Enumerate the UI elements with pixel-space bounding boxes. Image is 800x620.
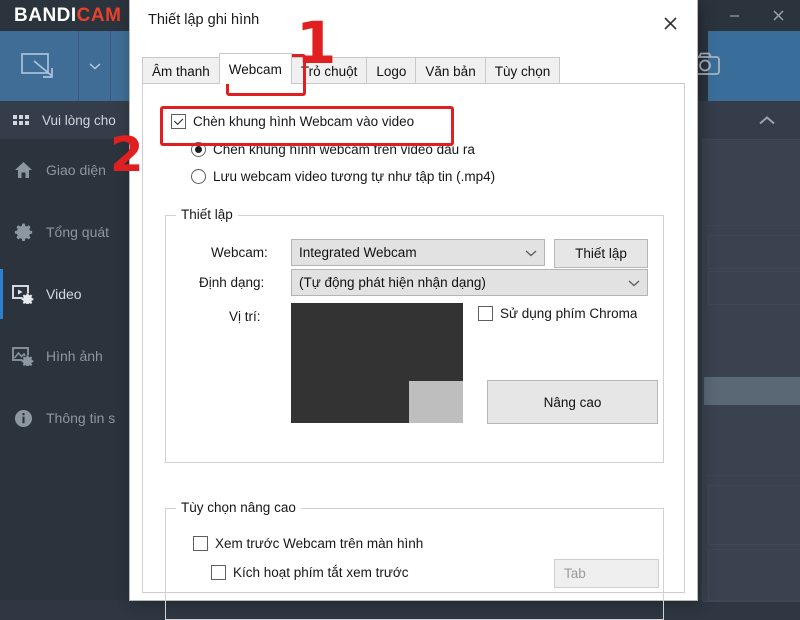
- chroma-key-label: Sử dụng phím Chroma: [500, 306, 638, 321]
- radio-label: Chèn khung hình webcam trên video đầu ra: [213, 142, 475, 157]
- preview-hotkey-label: Kích hoạt phím tắt xem trước: [233, 565, 409, 580]
- sidebar-item-label: Giao diện: [46, 162, 106, 178]
- chevron-down-icon: [518, 249, 544, 257]
- checkbox-box: [193, 536, 208, 551]
- content-row: [708, 485, 800, 545]
- webcam-position-preview[interactable]: [291, 303, 463, 423]
- image-settings-icon: [0, 346, 46, 366]
- preview-on-screen-checkbox[interactable]: Xem trước Webcam trên màn hình: [193, 536, 423, 551]
- content-row: [708, 549, 800, 601]
- info-icon: [0, 409, 46, 428]
- subbar-label: Vui lòng cho: [42, 112, 116, 128]
- preview-hotkey-value: Tab: [564, 566, 586, 581]
- webcam-device-settings-button[interactable]: Thiết lập: [554, 239, 648, 268]
- content-row: [708, 235, 800, 269]
- chroma-key-checkbox[interactable]: Sử dụng phím Chroma: [478, 306, 637, 321]
- content-highlight-row: [704, 377, 800, 405]
- format-value: (Tự động phát hiện nhận dạng): [299, 275, 486, 290]
- format-select[interactable]: (Tự động phát hiện nhận dạng): [291, 269, 648, 296]
- radio-circle: [191, 169, 206, 184]
- webcam-device-value: Integrated Webcam: [299, 245, 417, 260]
- tab-tro-chuot[interactable]: Trỏ chuột: [290, 57, 368, 84]
- sidebar-item-video[interactable]: Video: [0, 263, 132, 325]
- bandicam-logo: BANDICAM: [14, 5, 121, 27]
- gear-icon: [0, 223, 46, 242]
- advanced-groupbox-legend: Tùy chọn nâng cao: [176, 500, 301, 515]
- tab-label: Tùy chọn: [494, 63, 551, 79]
- content-row: [708, 271, 800, 305]
- preview-hotkey-checkbox[interactable]: Kích hoạt phím tắt xem trước: [211, 565, 408, 580]
- advanced-settings-label: Nâng cao: [543, 394, 602, 410]
- logo-text-primary: BANDI: [14, 5, 77, 26]
- tab-label: Webcam: [228, 61, 282, 77]
- app-sidebar: Giao diện Tổng quát Video Hình ảnh Thông…: [0, 139, 132, 600]
- radio-circle: [191, 142, 206, 157]
- window-controls: [712, 0, 800, 31]
- tab-label: Logo: [376, 63, 407, 79]
- tab-tuy-chon[interactable]: Tùy chọn: [484, 57, 561, 84]
- logo-text-accent: CAM: [76, 5, 122, 26]
- dialog-title: Thiết lập ghi hình: [148, 12, 260, 28]
- radio-overlay-on-output[interactable]: Chèn khung hình webcam trên video đầu ra: [191, 142, 475, 157]
- home-icon: [0, 161, 46, 179]
- chevron-up-icon[interactable]: [758, 113, 776, 131]
- sidebar-item-tong-quat[interactable]: Tổng quát: [0, 201, 132, 263]
- minimize-icon[interactable]: [712, 0, 756, 31]
- webcam-pip-box[interactable]: [409, 381, 463, 423]
- position-label: Vị trí:: [229, 309, 261, 324]
- checkbox-box: [478, 306, 493, 321]
- recording-settings-dialog: Thiết lập ghi hình Âm thanh Webcam Trỏ c…: [130, 0, 697, 620]
- tab-label: Trỏ chuột: [300, 63, 358, 79]
- webcam-device-select[interactable]: Integrated Webcam: [291, 239, 545, 266]
- sidebar-item-hinh-anh[interactable]: Hình ảnh: [0, 325, 132, 387]
- dialog-close-icon[interactable]: [649, 6, 691, 40]
- tab-label: Văn bản: [425, 63, 476, 79]
- grid-icon: [13, 115, 30, 125]
- radio-save-separate-file[interactable]: Lưu webcam video tương tự như tập tin (.…: [191, 169, 495, 184]
- tab-am-thanh[interactable]: Âm thanh: [142, 57, 220, 84]
- format-label: Định dạng:: [199, 275, 265, 290]
- sidebar-item-giao-dien[interactable]: Giao diện: [0, 139, 132, 201]
- webcam-device-settings-label: Thiết lập: [575, 246, 627, 261]
- sidebar-item-thong-tin[interactable]: Thông tin s: [0, 387, 132, 449]
- chevron-down-icon: [621, 279, 647, 287]
- preview-hotkey-field[interactable]: Tab: [554, 559, 659, 588]
- preview-on-screen-label: Xem trước Webcam trên màn hình: [215, 536, 424, 551]
- webcam-device-label: Webcam:: [211, 245, 268, 260]
- tab-webcam[interactable]: Webcam: [218, 53, 292, 84]
- sidebar-item-label: Tổng quát: [46, 224, 110, 240]
- video-settings-icon: [0, 284, 46, 304]
- tab-van-ban[interactable]: Văn bản: [415, 57, 486, 84]
- dialog-tabstrip: Âm thanh Webcam Trỏ chuột Logo Văn bản T…: [142, 53, 685, 84]
- checkbox-box: [171, 114, 186, 129]
- overlay-webcam-checkbox[interactable]: Chèn khung hình Webcam vào video: [171, 114, 414, 129]
- webcam-tab-panel: Chèn khung hình Webcam vào video Chèn kh…: [142, 83, 685, 620]
- close-icon[interactable]: [756, 0, 800, 31]
- sidebar-item-label: Hình ảnh: [46, 348, 103, 364]
- checkbox-box: [211, 565, 226, 580]
- sidebar-item-label: Thông tin s: [46, 410, 116, 426]
- sidebar-item-label: Video: [46, 286, 82, 302]
- advanced-settings-button[interactable]: Nâng cao: [487, 380, 658, 424]
- settings-groupbox-legend: Thiết lập: [176, 207, 238, 222]
- overlay-webcam-label: Chèn khung hình Webcam vào video: [193, 114, 415, 129]
- content-divider: [704, 225, 800, 226]
- radio-label: Lưu webcam video tương tự như tập tin (.…: [213, 169, 496, 184]
- toolbar-screen-capture-button[interactable]: [0, 31, 79, 101]
- tab-label: Âm thanh: [152, 63, 210, 79]
- content-divider: [704, 475, 800, 476]
- toolbar-mode-dropdown[interactable]: [79, 31, 111, 101]
- tab-logo[interactable]: Logo: [366, 57, 417, 84]
